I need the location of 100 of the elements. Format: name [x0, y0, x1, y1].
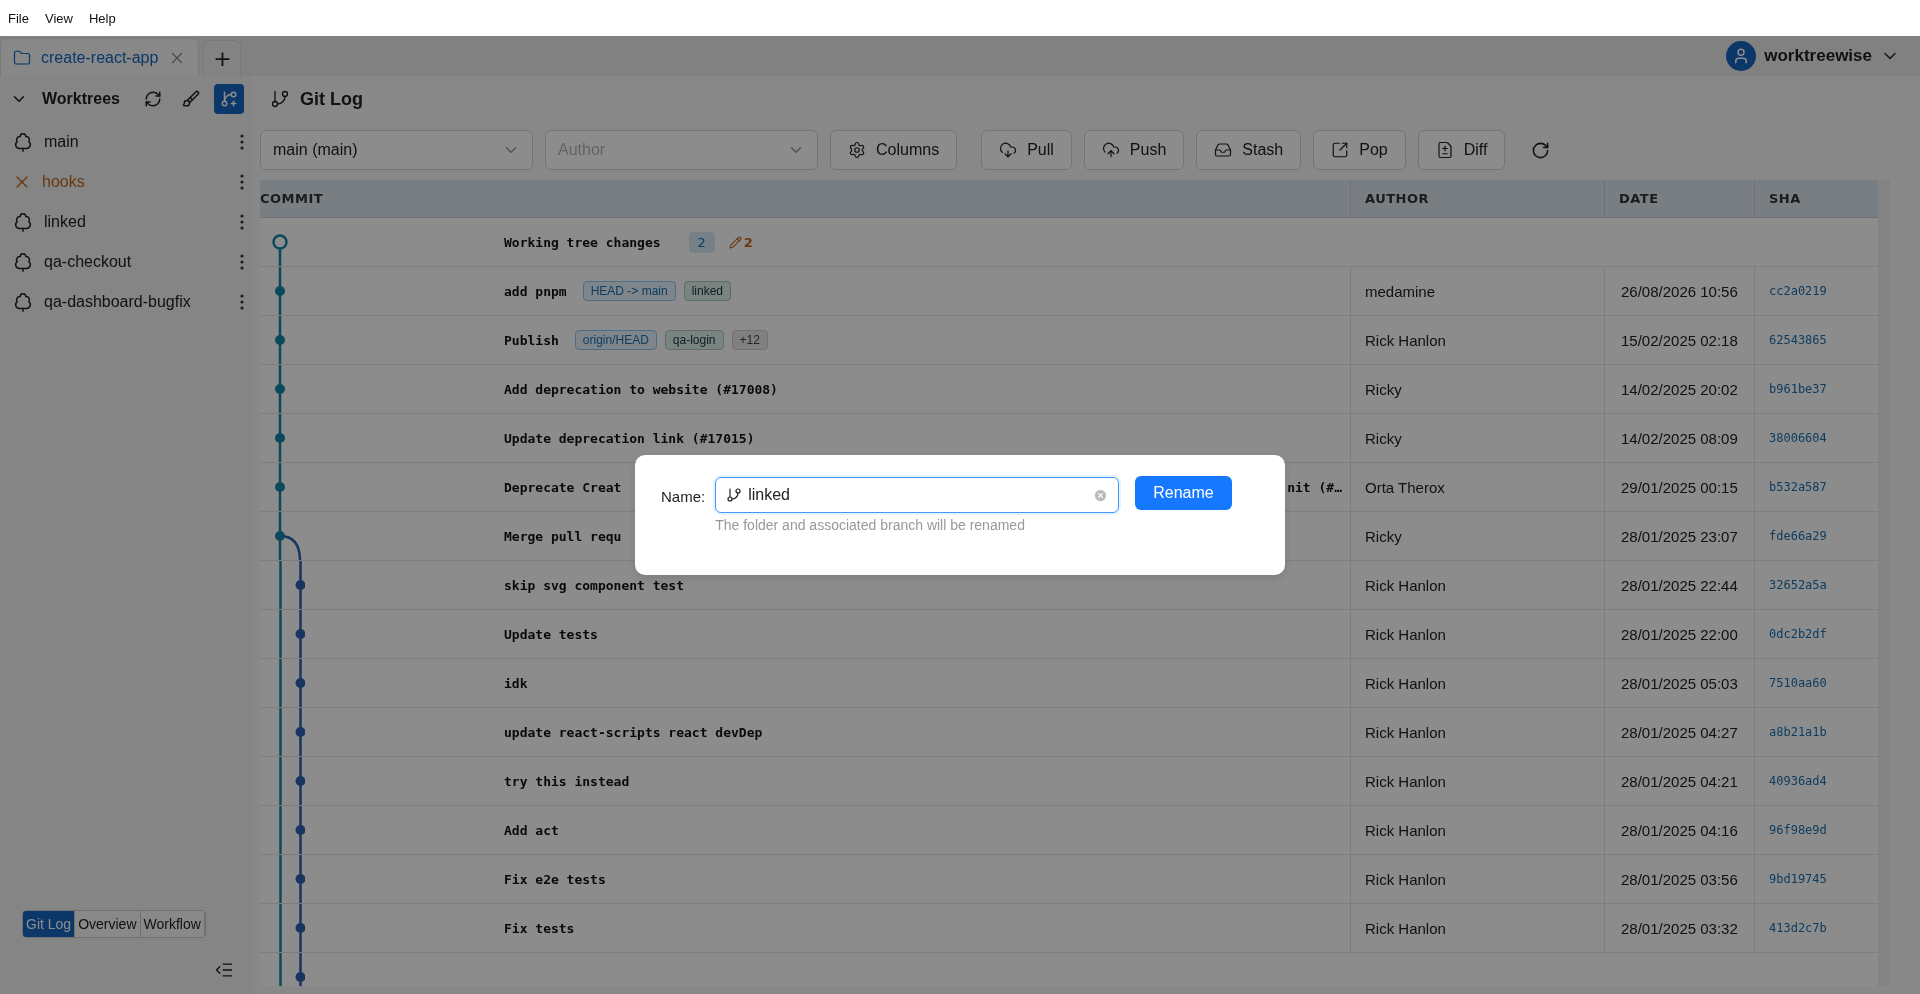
menu-item[interactable]: Help — [88, 10, 116, 26]
author-cell: Rick Hanlon — [1365, 674, 1446, 692]
avatar-icon[interactable] — [1726, 41, 1757, 71]
author-cell: Rick Hanlon — [1365, 625, 1446, 643]
sha-link[interactable]: 62543865 — [1769, 333, 1827, 347]
sha-link[interactable]: 7510aa60 — [1769, 676, 1827, 690]
view-tab[interactable]: Workflow — [140, 911, 205, 937]
sha-link[interactable]: 0dc2b2df — [1769, 627, 1827, 641]
change-count: 2 — [688, 231, 715, 253]
toolbar-button[interactable]: Pull — [981, 130, 1072, 170]
edited-count: 2 — [728, 234, 753, 250]
help-text: The folder and associated branch will be renamed — [715, 517, 1026, 533]
brush-icon — [182, 90, 200, 108]
commit-message: idk — [504, 675, 528, 691]
date-cell: 28/01/2025 05:03 — [1621, 674, 1738, 692]
commit-message: Fix tests — [504, 920, 575, 936]
column-header: SHA — [1769, 191, 1801, 206]
external-link-icon — [1331, 141, 1350, 159]
ref-tag: origin/HEAD — [574, 330, 657, 350]
commit-message: Update tests — [504, 626, 598, 642]
more-icon[interactable] — [240, 254, 244, 270]
date-cell: 28/01/2025 03:32 — [1621, 919, 1738, 937]
ref-tag: +12 — [731, 330, 768, 350]
sha-link[interactable]: 38006604 — [1769, 431, 1827, 445]
sha-link[interactable]: fde66a29 — [1769, 529, 1827, 543]
project-tab[interactable]: create-react-app — [0, 38, 200, 76]
author-cell: Orta Therox — [1365, 478, 1445, 496]
menu-item[interactable]: File — [8, 10, 29, 26]
date-cell: 28/01/2025 23:07 — [1621, 527, 1738, 545]
sha-link[interactable]: cc2a0219 — [1769, 284, 1827, 298]
toolbar-button[interactable]: Pop — [1313, 130, 1406, 170]
cloud-upload-icon — [1101, 141, 1120, 159]
view-tab[interactable]: Overview — [75, 911, 141, 937]
folder-icon — [13, 48, 31, 67]
date-cell: 28/01/2025 04:27 — [1621, 723, 1738, 741]
more-icon[interactable] — [240, 214, 244, 230]
rename-button[interactable]: Rename — [1135, 476, 1232, 510]
commit-message: Update deprecation link (#17015) — [504, 430, 755, 446]
menu-item[interactable]: View — [44, 10, 73, 26]
commit-message: skip svg component test — [504, 577, 684, 593]
date-cell: 26/08/2026 10:56 — [1621, 282, 1738, 300]
date-cell: 29/01/2025 00:15 — [1621, 478, 1738, 496]
ref-tag: qa-login — [664, 330, 724, 350]
worktree-item[interactable]: linked — [44, 213, 230, 231]
sha-link[interactable]: b532a587 — [1769, 480, 1827, 494]
worktree-item[interactable]: qa-dashboard-bugfix — [44, 293, 230, 311]
toolbar-button[interactable]: Diff — [1417, 130, 1506, 170]
ref-tag: linked — [683, 281, 731, 301]
sidebar-title: Worktrees — [42, 90, 120, 108]
author-cell: Ricky — [1365, 380, 1402, 398]
more-icon[interactable] — [240, 134, 244, 150]
author-cell: Rick Hanlon — [1365, 331, 1446, 349]
sha-link[interactable]: 96f98e9d — [1769, 823, 1827, 837]
column-header: AUTHOR — [1365, 191, 1430, 206]
author-cell: Rick Hanlon — [1365, 772, 1446, 790]
gear-icon — [848, 141, 866, 159]
toolbar-button[interactable]: Stash — [1196, 130, 1302, 170]
toolbar-button[interactable]: Columns — [830, 130, 958, 170]
commit-message: try this instead — [504, 773, 630, 789]
column-header: COMMIT — [260, 191, 324, 206]
commit-message: Deprecate Creat — [504, 479, 622, 495]
author-cell: medamine — [1365, 282, 1436, 300]
sha-link[interactable]: 413d2c7b — [1769, 921, 1827, 935]
author-cell: Rick Hanlon — [1365, 576, 1446, 594]
sha-link[interactable]: 32652a5a — [1769, 578, 1827, 592]
commit-message: Add deprecation to website (#17008) — [504, 381, 778, 397]
sha-link[interactable]: b961be37 — [1769, 382, 1827, 396]
date-cell: 28/01/2025 04:21 — [1621, 772, 1738, 790]
file-diff-icon — [1435, 141, 1454, 159]
worktree-item[interactable]: qa-checkout — [44, 253, 230, 271]
author-cell: Ricky — [1365, 527, 1402, 545]
name-field[interactable]: linked — [715, 477, 1120, 513]
reload-icon — [1530, 140, 1550, 160]
author-cell: Rick Hanlon — [1365, 870, 1446, 888]
worktree-item[interactable]: main — [44, 133, 230, 151]
branch-plus-icon — [220, 90, 238, 108]
date-cell: 28/01/2025 03:56 — [1621, 870, 1738, 888]
sha-link[interactable]: 40936ad4 — [1769, 774, 1827, 788]
ref-tag: HEAD -> main — [582, 281, 676, 301]
author-cell: Ricky — [1365, 429, 1402, 447]
more-icon[interactable] — [240, 294, 244, 310]
commit-message: Publish — [504, 332, 559, 348]
author-cell: Rick Hanlon — [1365, 821, 1446, 839]
toolbar-button[interactable]: Push — [1083, 130, 1185, 170]
name-input[interactable]: linked — [748, 486, 1088, 504]
sha-link[interactable]: 9bd19745 — [1769, 872, 1827, 886]
date-cell: 28/01/2025 22:44 — [1621, 576, 1738, 594]
sha-link[interactable]: a8b21a1b — [1769, 725, 1827, 739]
worktree-item[interactable]: hooks — [42, 173, 230, 191]
commit-message: Add act — [504, 822, 559, 838]
date-cell: 14/02/2025 20:02 — [1621, 380, 1738, 398]
add-tab-button[interactable]: + — [203, 40, 242, 76]
field-label: Name: — [661, 486, 706, 507]
more-icon[interactable] — [240, 174, 244, 190]
branch-select[interactable]: main (main) — [260, 130, 533, 170]
view-tab[interactable]: Git Log — [23, 911, 76, 937]
date-cell: 28/01/2025 22:00 — [1621, 625, 1738, 643]
user-name[interactable]: worktreewise — [1764, 46, 1872, 66]
add-worktree-button[interactable] — [214, 84, 244, 114]
author-cell: Rick Hanlon — [1365, 919, 1446, 937]
